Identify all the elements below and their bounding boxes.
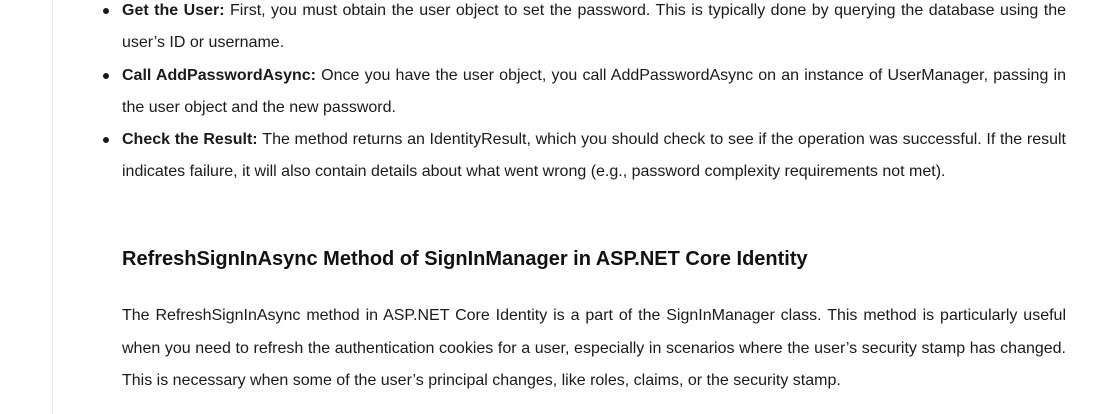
list-item: Get the User: First, you must obtain the… [72, 0, 1066, 60]
section-heading: RefreshSignInAsync Method of SignInManag… [122, 248, 808, 270]
steps-list-wrapper: Get the User: First, you must obtain the… [103, 0, 1066, 189]
step-title: Check the Result: [122, 131, 263, 149]
step-text: The method returns an IdentityResult, wh… [122, 131, 1067, 181]
steps-list: Get the User: First, you must obtain the… [103, 0, 1066, 189]
step-title: Call AddPasswordAsync: [122, 66, 322, 84]
page-left-border [52, 0, 53, 414]
bullet-icon [103, 137, 109, 144]
bullet-icon [103, 72, 109, 79]
section-paragraph: The RefreshSignInAsync method in ASP.NET… [122, 307, 1066, 389]
step-text: First, you must obtain the user object t… [122, 2, 1067, 52]
list-item: Call AddPasswordAsync: Once you have the… [72, 60, 1066, 125]
list-item: Check the Result: The method returns an … [72, 124, 1066, 189]
bullet-icon [103, 8, 109, 14]
step-title: Get the User: [122, 2, 231, 19]
